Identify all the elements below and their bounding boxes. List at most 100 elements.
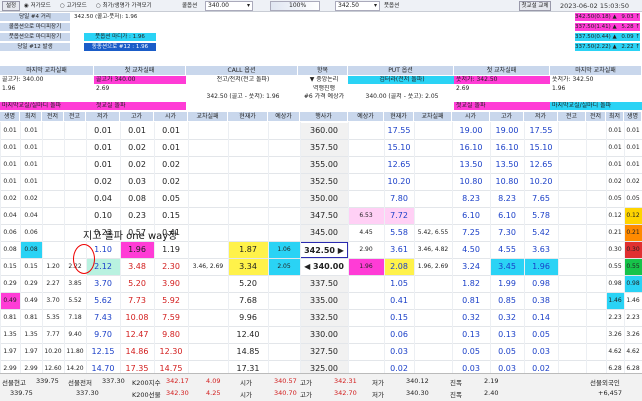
call-cell <box>228 140 268 156</box>
radio-high-mode[interactable]: ○ 고가모드 <box>60 2 87 10</box>
call-cell <box>268 310 300 326</box>
call-cell: 0.04 <box>3 212 17 219</box>
call-price-select[interactable]: 340.00 ▾ <box>205 1 253 11</box>
put-cell: 0.38 <box>532 296 550 305</box>
strike-price[interactable]: ◀ 340.00 <box>300 259 348 275</box>
summary-cell <box>454 93 550 101</box>
put-cell <box>348 310 384 326</box>
call-cell <box>268 123 300 139</box>
summary-cell <box>550 93 642 101</box>
put-cell: 12.65 <box>387 160 411 169</box>
put-cell: 10.80 <box>459 177 483 186</box>
put-mini-cell: 0.02 <box>608 178 622 185</box>
put-cell: 0.13 <box>498 330 516 339</box>
radio-price-mode[interactable]: ○ 최가/생명가 가격모기 <box>96 2 152 10</box>
call-cell: 0.23 <box>128 211 146 220</box>
strike-price[interactable]: 350.00 <box>300 191 348 207</box>
put-cell: 19.00 <box>459 126 483 135</box>
strike-price[interactable]: 335.00 <box>300 293 348 309</box>
grid-header: 교차실패 <box>188 112 228 121</box>
grid-header: 고가 <box>490 112 524 121</box>
strike-price[interactable]: 360.00 <box>300 123 348 139</box>
call-cell: 2.05 <box>268 259 300 275</box>
put-mini-cell: 0.21 <box>624 225 642 241</box>
put-cell <box>558 276 586 292</box>
col-divider <box>20 122 21 377</box>
call-cell: 12.47 <box>125 330 149 339</box>
call-cell: 0.01 <box>3 161 17 168</box>
put-cell <box>586 174 606 190</box>
grid-header: 예상가 <box>348 112 384 121</box>
call-cell: 7.59 <box>162 313 180 322</box>
summary-cell: 340.00 (콜저 - 풋고): 2.05 <box>348 93 454 101</box>
grid-header: 현재가 <box>384 112 414 121</box>
bottom-value: 340.70 <box>274 389 297 397</box>
strike-price[interactable]: 337.50 <box>300 276 348 292</box>
put-cell: 10.20 <box>387 177 411 186</box>
summary-cell: 1.96 <box>0 84 94 93</box>
put-cell <box>414 140 452 156</box>
col-divider <box>42 122 43 377</box>
put-cell <box>558 259 586 275</box>
call-cell <box>268 276 300 292</box>
summary-header: CALL 옵션 <box>186 66 298 75</box>
put-cell: 16.10 <box>495 143 519 152</box>
put-cell: 1.05 <box>390 279 408 288</box>
put-cell <box>414 293 452 309</box>
call-cell <box>64 140 86 156</box>
put-price-select[interactable]: 342.50 ▾ <box>335 1 380 11</box>
col-divider <box>524 122 525 377</box>
put-cell: 17.55 <box>529 126 553 135</box>
strike-price[interactable]: 332.50 <box>300 310 348 326</box>
put-mini-cell: 0.12 <box>608 212 622 219</box>
grid-header: 전고 <box>558 112 586 121</box>
put-cell <box>348 140 384 156</box>
zoom-value: 100% <box>289 2 307 9</box>
strike-price[interactable]: 355.00 <box>300 157 348 173</box>
radio-low-mode[interactable]: ◉ 저가모드 <box>24 2 51 10</box>
call-cell: 0.06 <box>24 229 38 236</box>
bottom-label: 선물외국인 <box>590 379 620 387</box>
put-mini-cell: 0.21 <box>608 229 622 236</box>
summary-header: PUT 옵션 <box>348 66 454 75</box>
bottom-value: 342.31 <box>334 377 357 385</box>
settings-button[interactable]: 설정 <box>2 1 20 11</box>
grid-header: 전저 <box>42 112 64 121</box>
put-cell: 7.30 <box>498 228 516 237</box>
zoom-slider[interactable]: 100% <box>270 1 320 11</box>
put-cell <box>348 157 384 173</box>
datetime: 2023-06-02 15:03:50 <box>560 2 630 10</box>
strike-price[interactable]: 352.50 <box>300 174 348 190</box>
strike-price[interactable]: 347.50 <box>300 208 348 224</box>
put-cell <box>586 157 606 173</box>
bottom-label: 시가 <box>240 391 252 399</box>
strike-price[interactable]: 345.00 <box>300 225 348 241</box>
call-cell: 0.10 <box>94 211 112 220</box>
bottom-value: 340.12 <box>406 377 429 385</box>
call-cell: 3.46, 2.69 <box>192 263 224 270</box>
call-cell: 0.05 <box>162 194 180 203</box>
col-divider <box>268 122 269 377</box>
put-cell: 0.32 <box>462 313 480 322</box>
call-cell <box>42 208 64 224</box>
call-cell: 3.34 <box>228 259 268 275</box>
summary-cell: 2.69 <box>94 84 186 93</box>
strike-price[interactable]: 342.50 ▶ <box>300 242 348 258</box>
put-cell <box>558 123 586 139</box>
strike-price[interactable]: 330.00 <box>300 327 348 343</box>
put-cell: 10.20 <box>529 177 553 186</box>
put-cell: 0.05 <box>532 330 550 339</box>
first-exchange-button[interactable]: 첫교설 교체 <box>519 1 551 11</box>
grid-header: 전저 <box>586 112 606 121</box>
grid-header: 행사가 <box>300 112 348 121</box>
strike-price[interactable]: 357.50 <box>300 140 348 156</box>
put-cell: 19.00 <box>495 126 519 135</box>
info-label: 당일 #12 발생 <box>0 43 70 51</box>
call-cell <box>188 174 228 190</box>
strike-price[interactable]: 327.50 <box>300 344 348 360</box>
call-cell: 0.15 <box>162 211 180 220</box>
call-cell <box>228 157 268 173</box>
call-cell <box>228 191 268 207</box>
bottom-label: K200지수 <box>132 379 161 387</box>
bottom-label: 고가 <box>300 391 312 399</box>
